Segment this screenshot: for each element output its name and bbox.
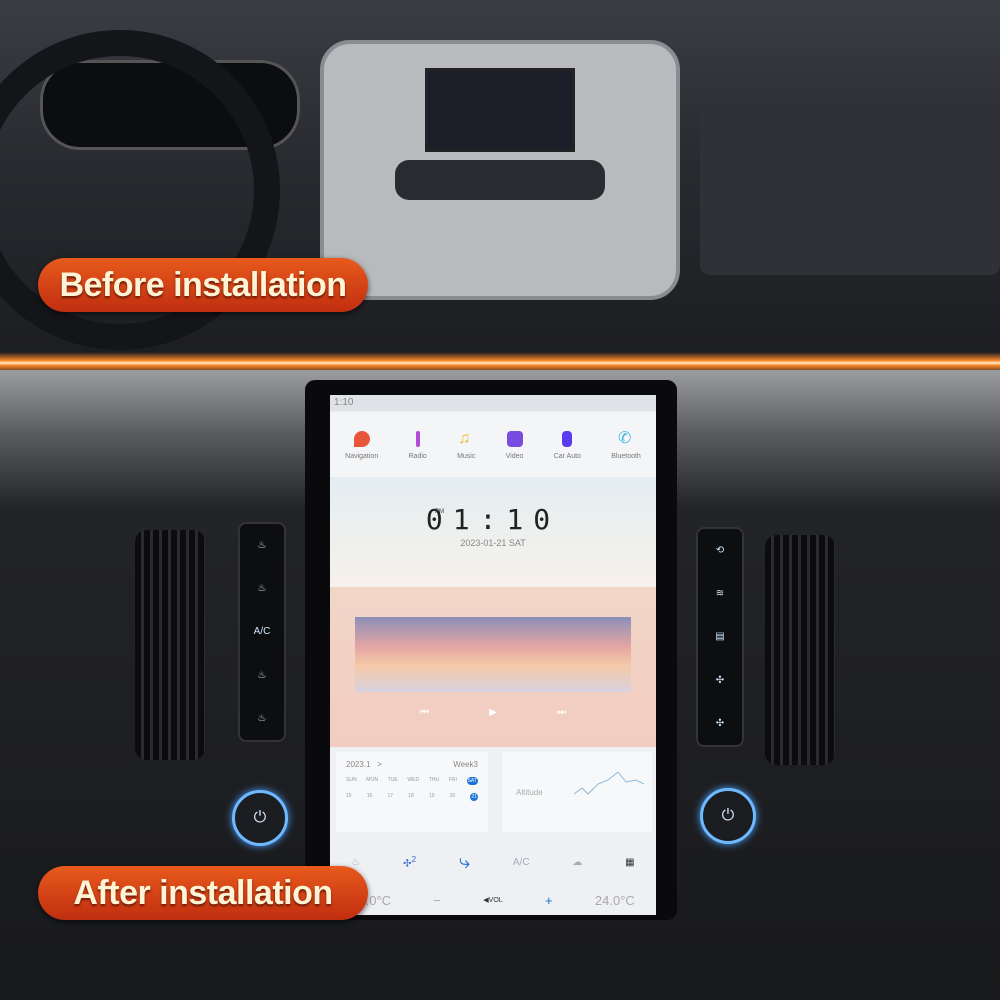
factory-radio-screen	[425, 68, 575, 152]
before-installation-label: Before installation	[38, 258, 368, 312]
apps-grid-icon[interactable]: ▦	[625, 857, 634, 868]
temperature-bar: 23.0°C − ◀VOL + 24.0°C	[330, 885, 656, 915]
calendar-day: FRI	[448, 777, 457, 783]
phone-icon: ✆	[618, 429, 632, 447]
app-video[interactable]: Video	[506, 430, 523, 460]
calendar-date[interactable]: 17	[387, 793, 393, 801]
defrost-icon[interactable]: ♨	[351, 857, 360, 868]
map-pin-icon	[353, 430, 370, 447]
after-installation-label: After installation	[38, 866, 368, 920]
recirculate-icon[interactable]: ☁	[572, 857, 582, 868]
status-time: 1:10	[334, 397, 354, 408]
volume-up-button[interactable]: +	[545, 893, 553, 908]
media-widget: ⏮ ▶ ⏭	[330, 587, 656, 747]
fan-speed-button[interactable]: ✣	[716, 718, 724, 729]
calendar-date[interactable]: 20	[450, 793, 456, 801]
calendar-day: THU	[428, 777, 440, 783]
ac-toggle[interactable]: A/C	[513, 857, 530, 868]
calendar-day: SUN	[346, 777, 357, 783]
volume-down-button[interactable]: −	[433, 893, 441, 908]
seat-vent-button[interactable]: ♨	[258, 713, 267, 724]
seat-cool-button[interactable]: ♨	[258, 670, 267, 681]
calendar-month: 2023.1	[346, 760, 371, 769]
altitude-graph	[574, 772, 644, 795]
left-vent	[135, 530, 205, 760]
calendar-date[interactable]: 19	[429, 793, 435, 801]
rear-defrost-button[interactable]: ≋	[716, 588, 724, 599]
clock-time: 01:10	[425, 503, 561, 536]
clock-widget: PM 01:10 2023-01-21 SAT	[330, 477, 656, 587]
video-play-icon	[506, 430, 523, 447]
calendar-date[interactable]: 15	[346, 793, 352, 801]
calendar-day: MON	[366, 777, 378, 783]
climate-bar: ♨ ✣2 ⤷ A/C ☁ ▦	[330, 842, 656, 882]
calendar-day: SAT	[466, 777, 478, 785]
clock-date: 2023-01-21 SAT	[460, 538, 526, 548]
right-power-knob[interactable]: ⏻	[700, 788, 756, 844]
app-navigation[interactable]: Navigation	[345, 430, 378, 460]
glovebox	[700, 105, 1000, 275]
calendar-day: TUE	[387, 777, 398, 783]
app-radio[interactable]: Radio	[409, 430, 427, 460]
calendar-date[interactable]: 18	[408, 793, 414, 801]
left-button-stack: ♨ ♨ A/C ♨ ♨	[238, 522, 286, 742]
volume-label: VOL	[488, 897, 503, 904]
right-button-stack: ⟲ ≋ ▤ ✣ ✣	[696, 527, 744, 747]
left-power-knob[interactable]: ⏻	[232, 790, 288, 846]
fan-button[interactable]: ✣	[716, 675, 724, 686]
app-dock: Navigation Radio ♫ Music Video Car Auto ✆…	[330, 413, 656, 477]
ampm: PM	[435, 509, 444, 515]
media-artwork	[355, 617, 631, 692]
status-bar: 1:10	[330, 395, 656, 411]
calendar-date[interactable]: 16	[367, 793, 373, 801]
music-note-icon: ♫	[458, 429, 471, 447]
power-icon: ⏻	[253, 809, 267, 826]
radio-antenna-icon	[415, 430, 420, 447]
factory-radio-controls	[395, 160, 605, 200]
calendar-date[interactable]: 21	[470, 793, 478, 801]
previous-button[interactable]: ⏮	[420, 707, 429, 718]
altitude-widget[interactable]: Altitude	[502, 752, 652, 832]
head-unit-screen: 1:10 Navigation Radio ♫ Music Video Car A…	[330, 395, 656, 915]
calendar-widget[interactable]: 2023.1 > Week3 SUN MON TUE WED THU FRI SAT 15 1…	[336, 752, 488, 832]
car-auto-icon	[562, 430, 573, 447]
altitude-label: Altitude	[516, 788, 543, 797]
seat-heat-button[interactable]: ♨	[258, 583, 267, 594]
seat-heat-button[interactable]: ♨	[258, 540, 267, 551]
front-defrost-button[interactable]: ▤	[715, 631, 724, 642]
app-music[interactable]: ♫ Music	[457, 429, 475, 460]
recirculate-button[interactable]: ⟲	[716, 545, 724, 556]
app-bluetooth[interactable]: ✆ Bluetooth	[611, 429, 641, 460]
app-car-auto[interactable]: Car Auto	[554, 430, 581, 460]
calendar-week: Week3	[453, 760, 478, 769]
seat-airflow-icon[interactable]: ⤷	[459, 851, 470, 874]
right-temperature[interactable]: 24.0°C	[595, 893, 635, 908]
play-button[interactable]: ▶	[489, 707, 497, 718]
right-vent	[765, 535, 835, 765]
next-button[interactable]: ⏭	[557, 707, 566, 718]
chevron-right-icon[interactable]: >	[377, 760, 382, 769]
ac-button[interactable]: A/C	[254, 626, 271, 637]
power-icon: ⏻	[721, 807, 735, 824]
calendar-day: WED	[407, 777, 420, 783]
fan-icon[interactable]: ✣2	[403, 854, 416, 869]
